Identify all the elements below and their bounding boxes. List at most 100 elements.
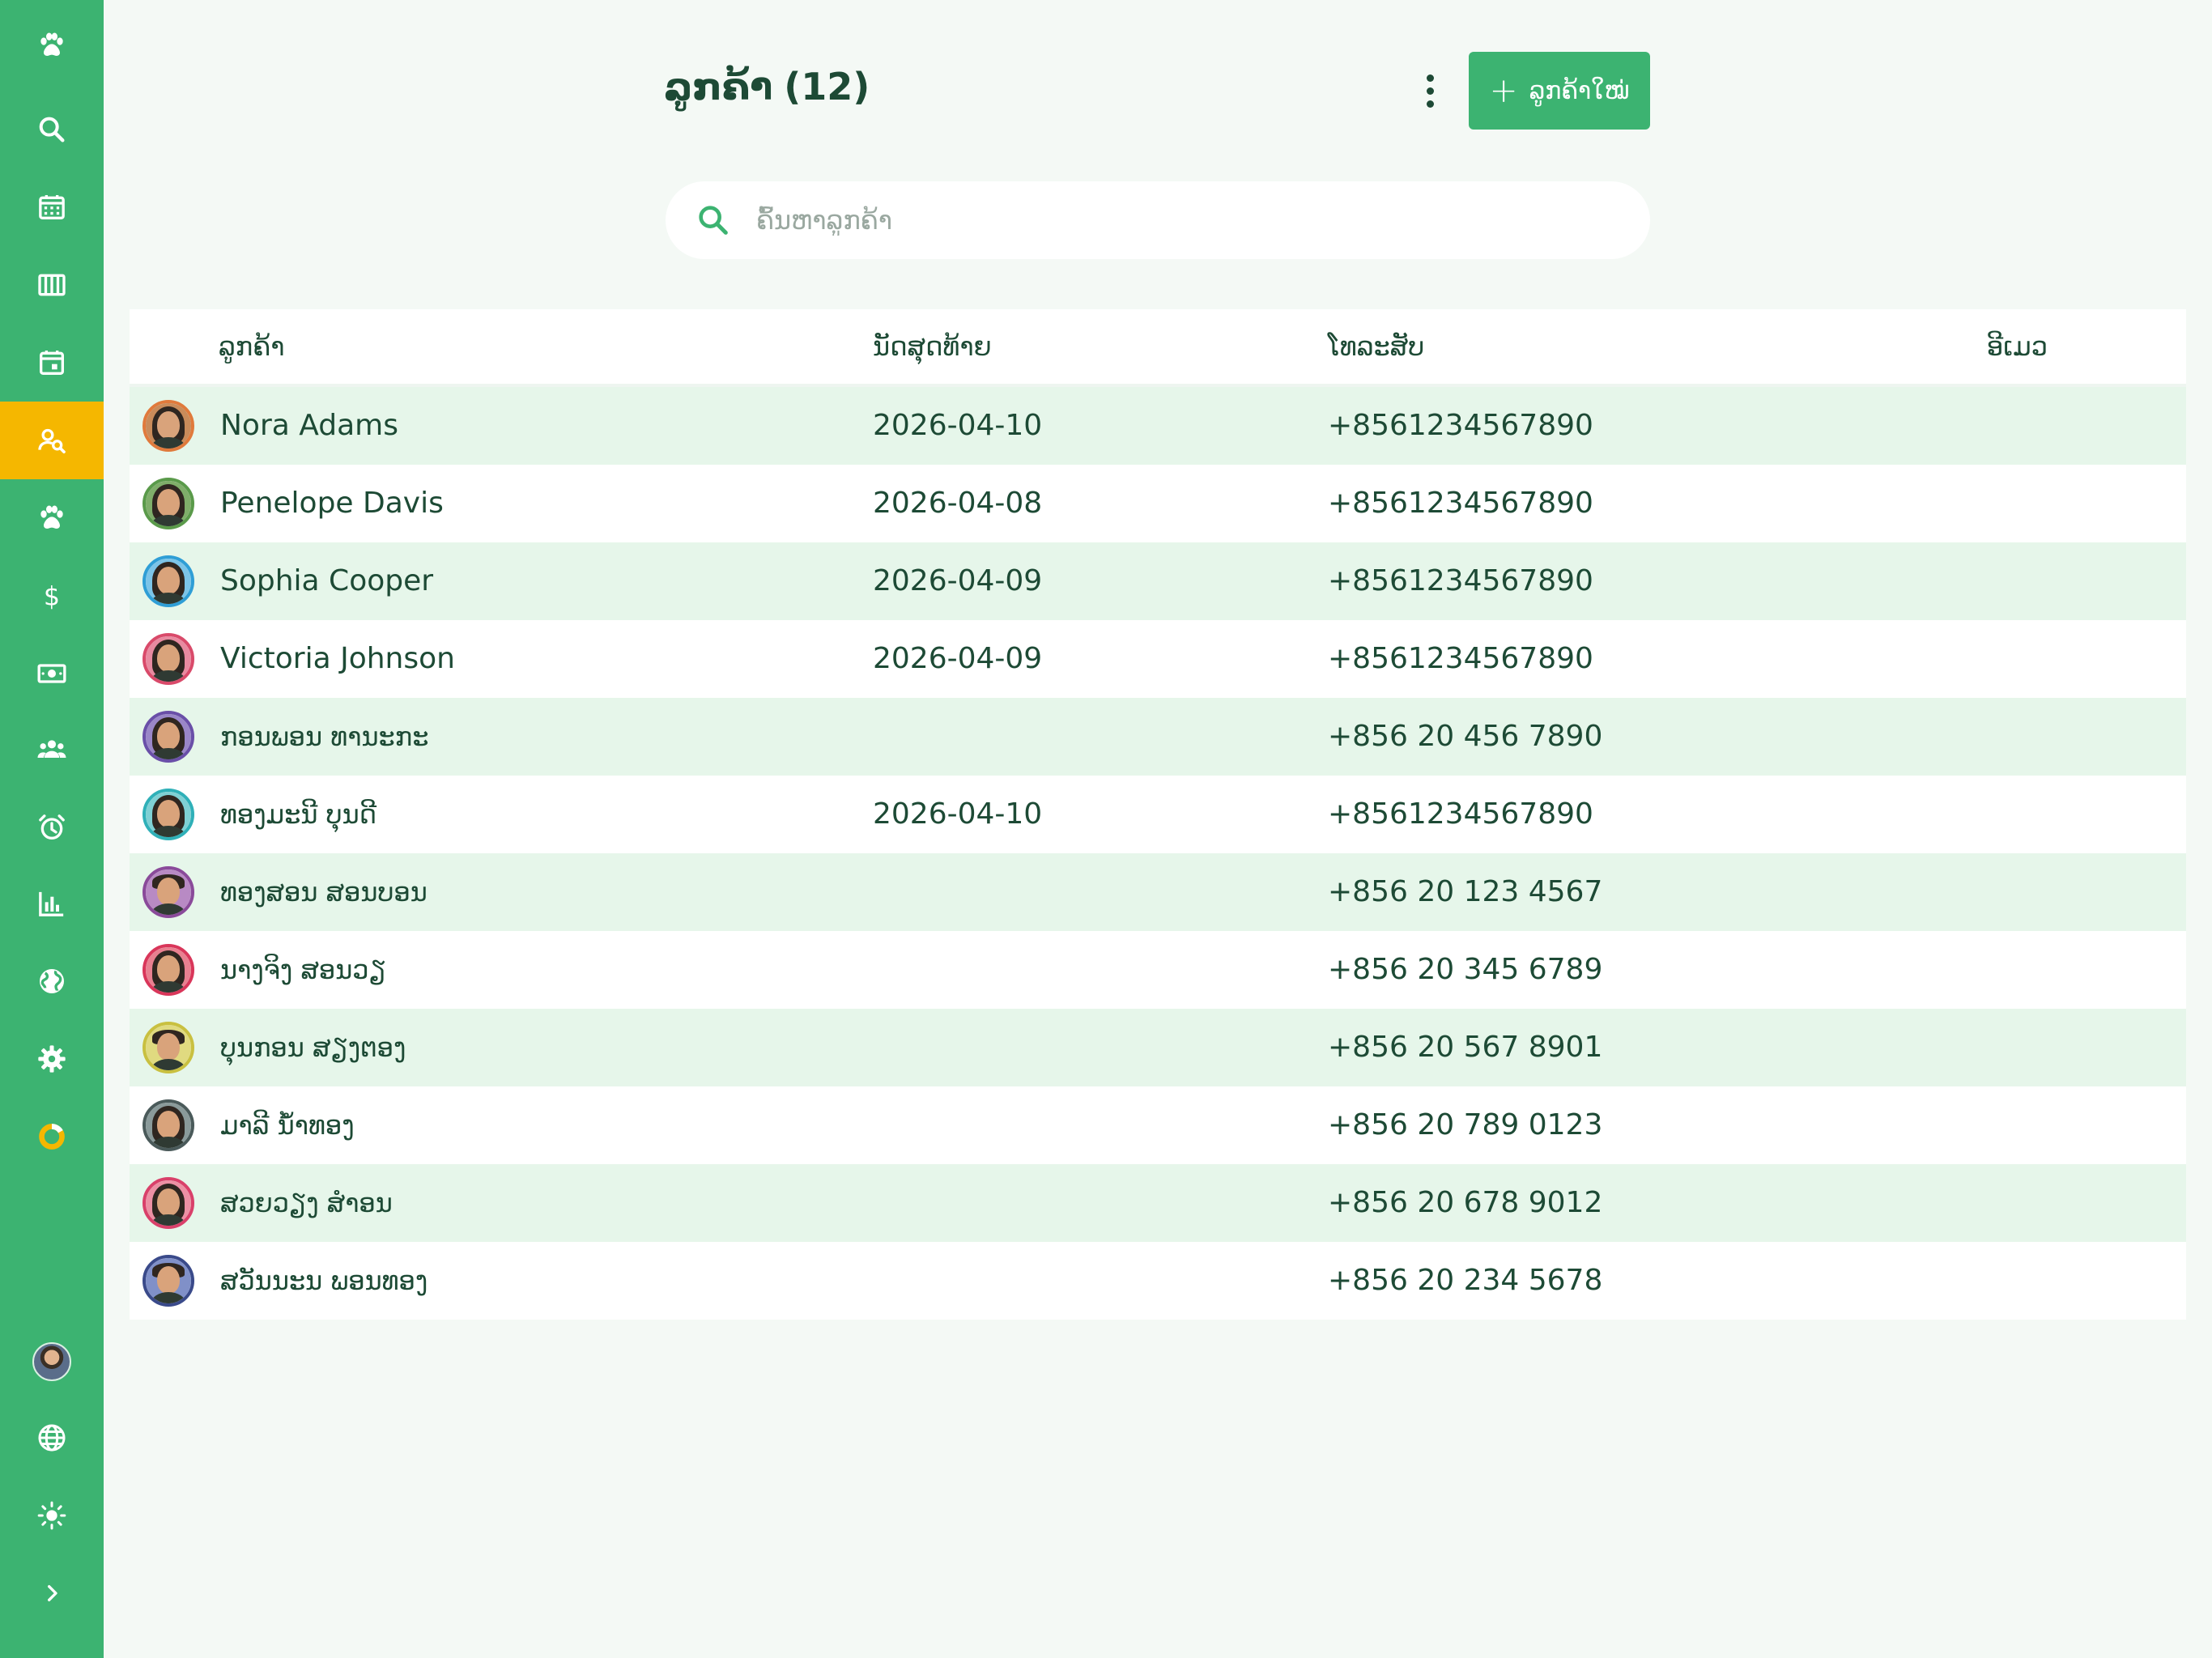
nav-settings[interactable] <box>0 1020 104 1098</box>
table-row[interactable]: ທອງມະນີ ບຸນດີ 2026-04-10 +8561234567890 <box>130 776 2186 853</box>
customer-avatar <box>143 711 194 763</box>
last-appointment-date: 2026-04-09 <box>873 642 1043 675</box>
customer-avatar <box>143 1255 194 1307</box>
customer-phone: +8561234567890 <box>1328 487 1593 520</box>
customer-phone: +856 20 789 0123 <box>1328 1108 1603 1141</box>
table-row[interactable]: Nora Adams 2026-04-10 +8561234567890 <box>130 387 2186 465</box>
customers-table: ລູກຄ້າ ນັດສຸດທ້າຍ ໂທລະສັບ ອີເມວ Nora Ada… <box>130 309 2186 1320</box>
add-customer-button[interactable]: + ລູກຄ້າໃໝ່ <box>1469 52 1650 130</box>
customer-avatar <box>143 789 194 840</box>
add-customer-label: ລູກຄ້າໃໝ່ <box>1529 76 1630 105</box>
nav-paw-home[interactable] <box>0 6 104 84</box>
dollar-icon: $ <box>44 583 60 612</box>
table-row[interactable]: ສວັນນະນ ພອນທອງ +856 20 234 5678 <box>130 1242 2186 1320</box>
customer-phone: +856 20 234 5678 <box>1328 1264 1603 1297</box>
nav-cash[interactable] <box>0 635 104 712</box>
column-header-phone[interactable]: ໂທລະສັບ <box>1328 309 1424 384</box>
nav-staff[interactable] <box>0 711 104 789</box>
table-row[interactable]: ມາລີ ນໍ້າທອງ +856 20 789 0123 <box>130 1086 2186 1164</box>
customer-name: Penelope Davis <box>220 487 444 520</box>
kebab-dot <box>1426 100 1434 108</box>
table-row[interactable]: Sophia Cooper 2026-04-09 +8561234567890 <box>130 542 2186 620</box>
table-row[interactable]: Victoria Johnson 2026-04-09 +8561234567890 <box>130 620 2186 698</box>
language-globe-icon <box>38 1424 66 1452</box>
customer-phone: +8561234567890 <box>1328 409 1593 442</box>
column-header-customer[interactable]: ລູກຄ້າ <box>219 309 285 384</box>
customer-name: Nora Adams <box>220 409 398 442</box>
customer-phone: +856 20 456 7890 <box>1328 720 1603 753</box>
search-bar <box>666 181 1650 259</box>
customer-phone: +856 20 678 9012 <box>1328 1186 1603 1219</box>
nav-pets[interactable] <box>0 479 104 557</box>
customer-avatar <box>143 866 194 918</box>
gear-icon <box>38 1045 66 1073</box>
customer-phone: +856 20 123 4567 <box>1328 875 1603 908</box>
last-appointment-date: 2026-04-10 <box>873 797 1043 831</box>
nav-board[interactable] <box>0 246 104 324</box>
page-title-text: ລູກຄ້າ <box>664 65 773 108</box>
nav-theme[interactable] <box>0 1477 104 1554</box>
donut-icon <box>39 1124 65 1150</box>
customer-phone: +8561234567890 <box>1328 642 1593 675</box>
table-body: Nora Adams 2026-04-10 +8561234567890 Penelo… <box>130 387 2186 1320</box>
table-row[interactable]: ນາງຈິງ ສອນວຽ +856 20 345 6789 <box>130 931 2186 1009</box>
page-title: ລູກຄ້າ (12) <box>664 65 870 108</box>
customer-phone: +856 20 345 6789 <box>1328 953 1603 986</box>
customer-name: Victoria Johnson <box>220 642 455 675</box>
chevron-right-icon <box>48 1585 57 1601</box>
customer-avatar <box>143 633 194 685</box>
nav-calendar-grid[interactable] <box>0 168 104 246</box>
customer-avatar <box>143 1022 194 1073</box>
more-options-button[interactable] <box>1409 70 1451 112</box>
customer-phone: +8561234567890 <box>1328 797 1593 831</box>
column-header-last-appointment[interactable]: ນັດສຸດທ້າຍ <box>873 309 992 384</box>
table-row[interactable]: ສວຍວຽງ ສໍາອນ +856 20 678 9012 <box>130 1164 2186 1242</box>
customer-phone: +856 20 567 8901 <box>1328 1031 1603 1064</box>
nav-usage[interactable] <box>0 1098 104 1175</box>
nav-language[interactable] <box>0 1399 104 1477</box>
expand-sidebar-button[interactable] <box>0 1554 104 1632</box>
customer-name: ກອນພອນ ທານະກະ <box>220 721 429 752</box>
customer-name: ບຸນກອນ ສຽງຕອງ <box>220 1032 406 1063</box>
table-row[interactable]: ກອນພອນ ທານະກະ +856 20 456 7890 <box>130 698 2186 776</box>
table-header: ລູກຄ້າ ນັດສຸດທ້າຍ ໂທລະສັບ ອີເມວ <box>130 309 2186 387</box>
nav-search[interactable] <box>0 91 104 168</box>
customer-avatar <box>143 944 194 996</box>
customer-search-icon <box>38 428 66 453</box>
table-row[interactable]: ທອງສອນ ສອນບອນ +856 20 123 4567 <box>130 853 2186 931</box>
table-row[interactable]: Penelope Davis 2026-04-08 +8561234567890 <box>130 465 2186 542</box>
customer-avatar <box>143 555 194 607</box>
user-avatar <box>32 1342 71 1381</box>
nav-online[interactable] <box>0 942 104 1020</box>
table-row[interactable]: ບຸນກອນ ສຽງຕອງ +856 20 567 8901 <box>130 1009 2186 1086</box>
last-appointment-date: 2026-04-10 <box>873 409 1043 442</box>
customer-name: ນາງຈິງ ສອນວຽ <box>220 954 386 985</box>
search-input[interactable] <box>755 204 1632 236</box>
sun-icon <box>37 1501 66 1530</box>
nav-reminders[interactable] <box>0 789 104 866</box>
customer-avatar <box>143 1099 194 1151</box>
nav-calendar-event[interactable] <box>0 324 104 402</box>
customer-name: ທອງມະນີ ບຸນດີ <box>220 799 377 830</box>
customer-avatar <box>143 478 194 529</box>
nav-reports[interactable] <box>0 865 104 942</box>
calendar-event-icon <box>40 351 64 375</box>
customer-name: Sophia Cooper <box>220 564 434 597</box>
kebab-dot <box>1426 74 1434 82</box>
calendar-grid-icon <box>39 195 65 219</box>
last-appointment-date: 2026-04-08 <box>873 487 1043 520</box>
nav-customers[interactable] <box>0 402 104 479</box>
svg-text:$: $ <box>44 583 60 612</box>
customer-name: ສວຍວຽງ ສໍາອນ <box>220 1188 393 1218</box>
sidebar: $ <box>0 0 104 1658</box>
customer-name: ສວັນນະນ ພອນທອງ <box>220 1265 428 1296</box>
group-icon <box>37 740 66 758</box>
column-header-email[interactable]: ອີເມວ <box>1987 309 2048 384</box>
search-icon <box>699 206 728 235</box>
globe-filled-icon <box>40 969 64 993</box>
last-appointment-date: 2026-04-09 <box>873 564 1043 597</box>
customer-phone: +8561234567890 <box>1328 564 1593 597</box>
nav-billing[interactable]: $ <box>0 557 104 635</box>
customer-name: ມາລີ ນໍ້າທອງ <box>220 1110 355 1141</box>
nav-profile[interactable] <box>0 1323 104 1401</box>
